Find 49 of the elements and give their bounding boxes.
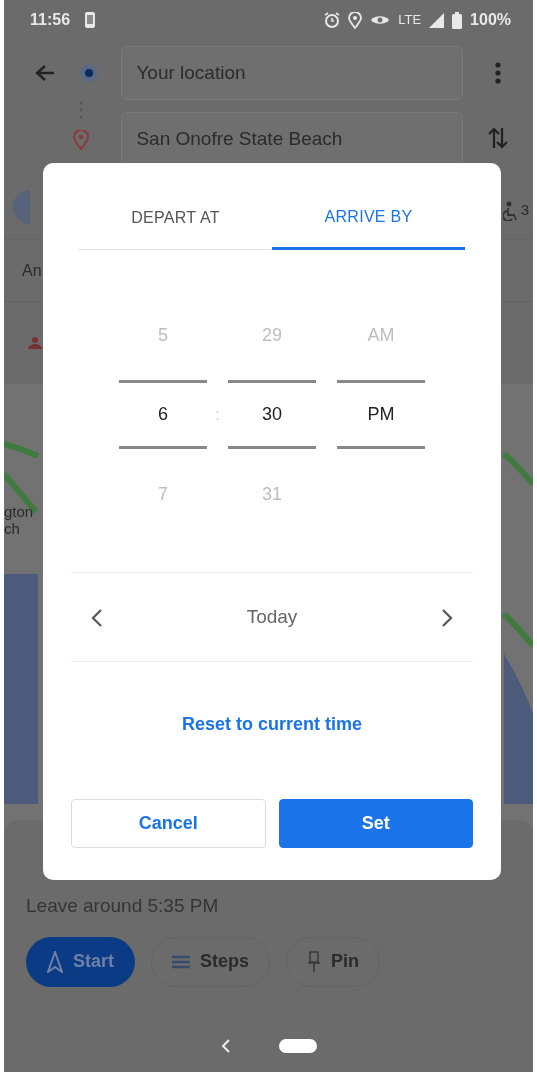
pushpin-icon [307,950,322,973]
home-pill-icon[interactable] [278,1039,317,1053]
tab[interactable]: DEPART AT [79,193,272,250]
map-label: ch [4,520,20,537]
picker-option[interactable]: 29 [228,290,316,380]
steps-button[interactable]: Steps [151,936,271,987]
info-text: An [22,260,42,281]
road-line [4,441,40,459]
alarm-icon [324,12,341,28]
picker-value[interactable]: 6 [119,380,207,449]
destination-pin-icon [72,130,89,150]
battery-icon [452,11,463,29]
list-icon [172,954,190,969]
date-label: Today [246,604,298,629]
road-line [502,451,533,486]
reset-time-link[interactable]: Reset to current time [181,710,362,738]
set-button[interactable]: Set [278,799,473,848]
chevron-left-icon [91,607,103,628]
picker-option[interactable]: 31 [228,449,316,539]
eye-icon [370,13,391,27]
network-label: LTE [398,11,422,30]
passenger-count: 3 [520,200,529,221]
time-separator: : [214,404,221,425]
picker-option[interactable]: 7 [119,449,207,539]
origin-dot-icon [78,63,99,83]
navigation-arrow-icon [47,950,63,973]
picker-option[interactable]: AM [337,290,425,380]
origin-field[interactable]: Your location [121,46,464,100]
signal-icon [429,12,445,28]
picker-value[interactable]: PM [337,380,425,449]
cancel-button[interactable]: Cancel [71,799,266,848]
swap-arrows-icon[interactable] [487,126,510,150]
phone-icon [84,11,97,29]
map-label: gton [4,504,34,521]
back-icon[interactable] [220,1039,231,1053]
tab[interactable]: ARRIVE BY [272,193,465,250]
status-time: 11:56 [30,10,71,30]
battery-percent: 100% [470,10,511,30]
more-vert-icon[interactable] [495,62,502,84]
location-icon [348,11,363,29]
person-icon [28,337,42,349]
start-button[interactable]: Start [26,936,135,987]
road-line [501,611,533,648]
back-arrow-icon[interactable] [34,64,55,82]
destination-field[interactable]: San Onofre State Beach [121,112,464,166]
picker-value[interactable]: 30 [228,380,316,449]
picker-option[interactable]: 5 [119,290,207,380]
pin-button[interactable]: Pin [286,936,381,987]
chevron-right-icon [441,607,453,628]
